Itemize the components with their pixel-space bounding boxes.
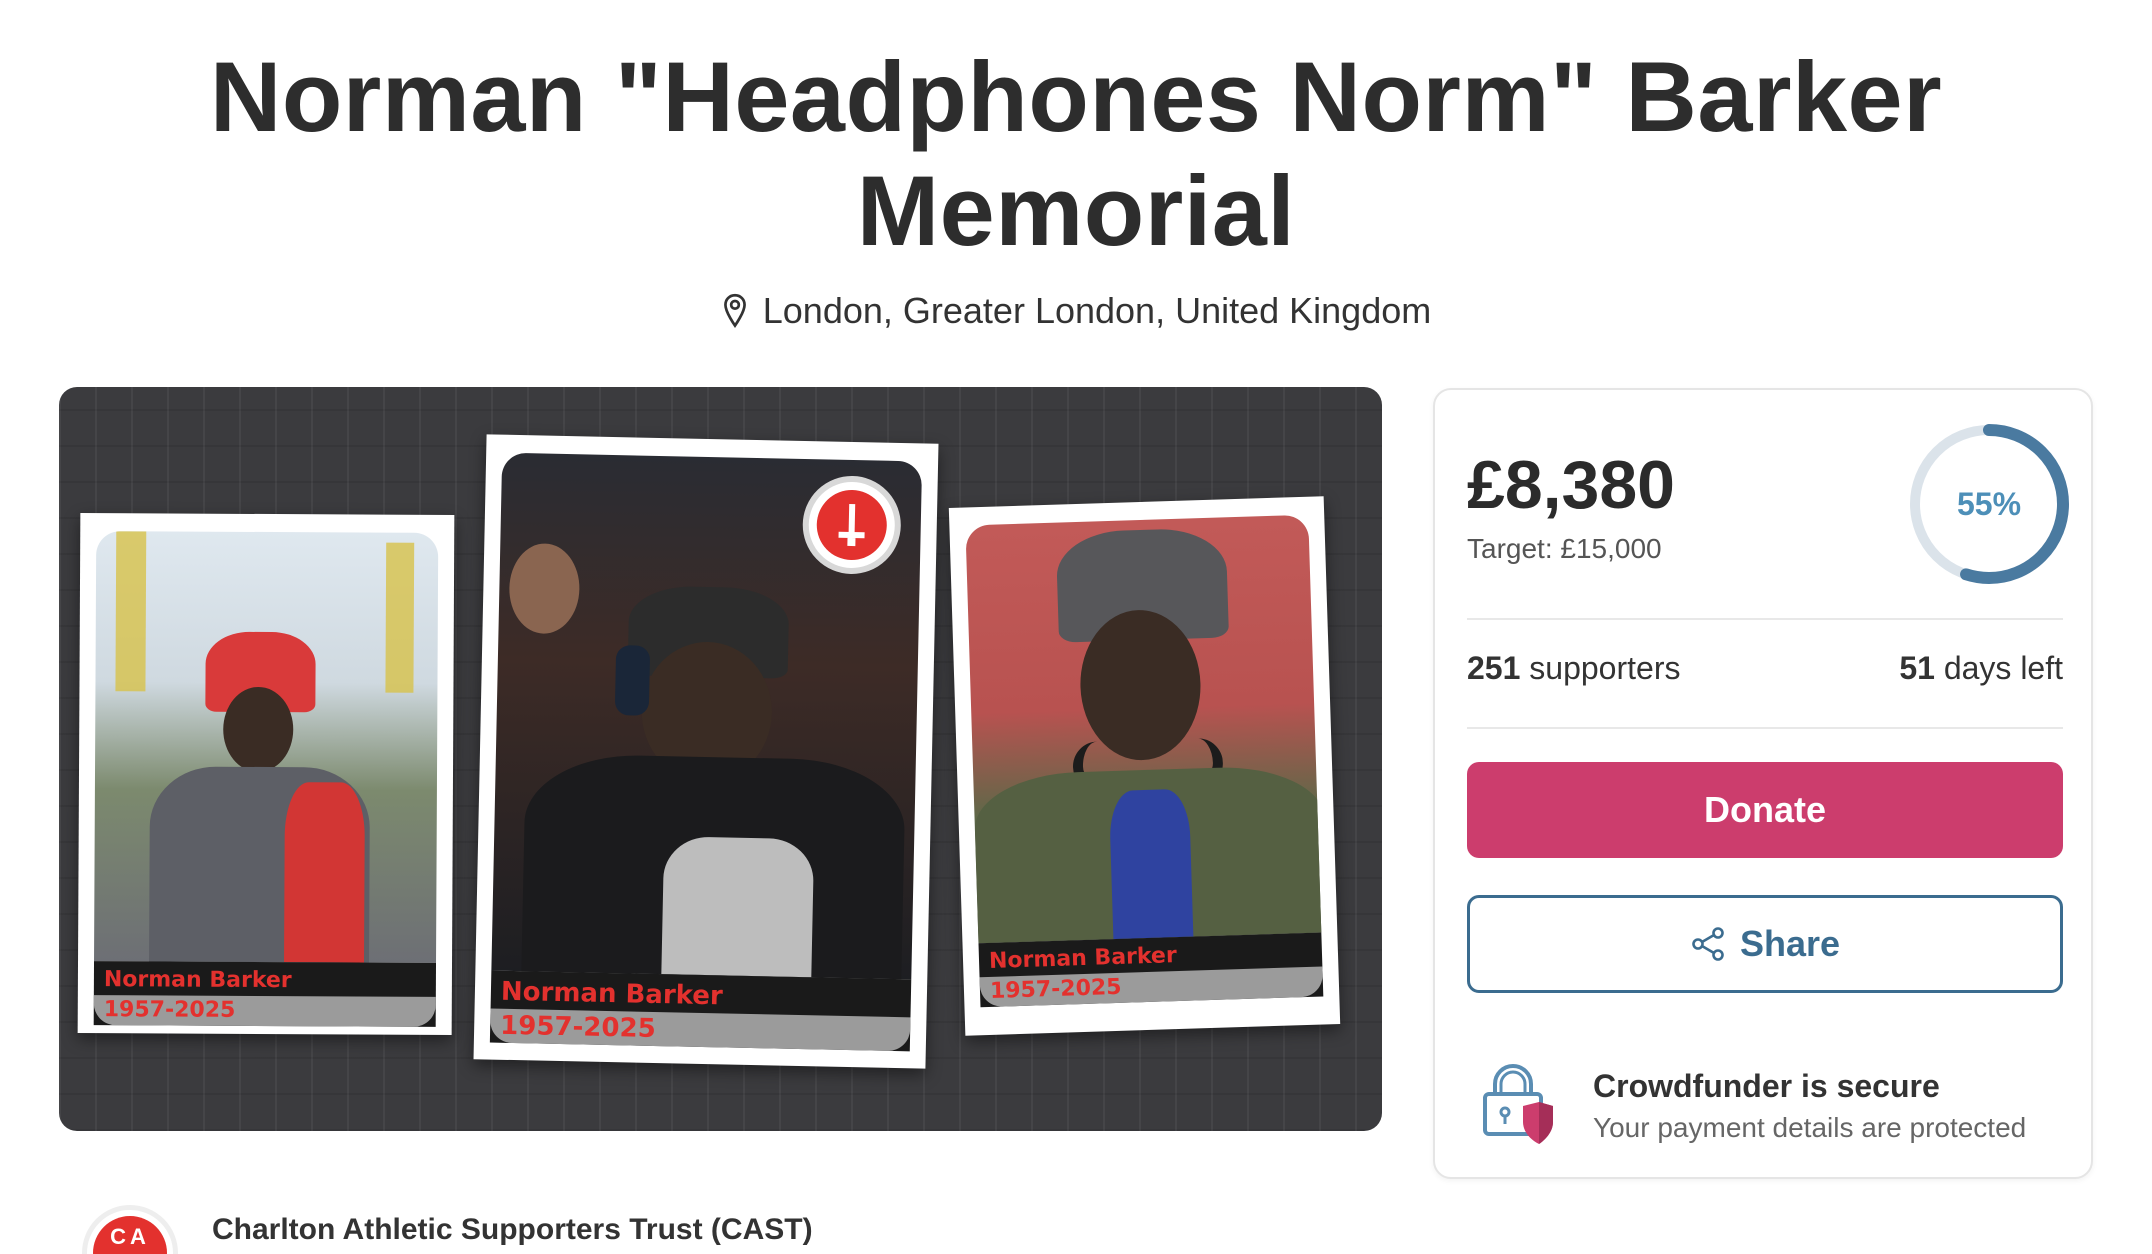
- photo-caption: Norman Barker 1957-2025: [93, 961, 437, 1027]
- badge-inner: [816, 489, 888, 561]
- lock-shield-icon: [1483, 1064, 1553, 1144]
- days-count: 51: [1899, 650, 1935, 686]
- photo-card: Norman Barker 1957-2025: [473, 434, 939, 1069]
- photo-caption: Norman Barker 1957-2025: [489, 970, 912, 1052]
- secure-notice: Crowdfunder is secure Your payment detai…: [1479, 1060, 2069, 1150]
- secure-title: Crowdfunder is secure: [1593, 1068, 1940, 1104]
- face: [223, 686, 294, 773]
- map-pin-icon: [723, 293, 746, 328]
- caption-years: 1957-2025: [489, 1008, 911, 1052]
- days-left-stat: 51 days left: [1899, 650, 2063, 687]
- headphones-decoration: [614, 645, 651, 716]
- supporters-stat: 251 supporters: [1467, 650, 1680, 687]
- secure-subtitle: Your payment details are protected: [1593, 1112, 2027, 1143]
- share-icon: [1692, 927, 1724, 961]
- organizer-row[interactable]: CA Charlton Athletic Supporters Trust (C…: [82, 1205, 882, 1254]
- divider: [1467, 618, 2063, 620]
- progress-ring: 55%: [1907, 422, 2071, 586]
- divider: [1467, 727, 2063, 729]
- caption-years: 1957-2025: [93, 995, 436, 1027]
- campaign-page: Norman "Headphones Norm" Barker Memorial…: [0, 0, 2152, 1254]
- photo: [965, 514, 1322, 944]
- location-text: London, Greater London, United Kingdom: [762, 290, 1432, 331]
- photo-card: Norman Barker 1957-2025: [77, 513, 455, 1035]
- donation-panel: £8,380 Target: £15,000 55% 251 supporter…: [1433, 388, 2093, 1179]
- title-line-1: Norman "Headphones Norm" Barker: [209, 41, 1943, 152]
- days-label: days left: [1943, 650, 2063, 686]
- banner-decoration: [115, 531, 147, 692]
- shirt-detail: [661, 836, 815, 980]
- share-button[interactable]: Share: [1467, 895, 2063, 993]
- donate-button[interactable]: Donate: [1467, 762, 2063, 858]
- campaign-stats: 251 supporters 51 days left: [1467, 650, 2063, 687]
- campaign-location: London, Greater London, United Kingdom: [0, 290, 2152, 332]
- organizer-name[interactable]: Charlton Athletic Supporters Trust (CAST…: [212, 1213, 813, 1247]
- organizer-avatar: CA: [82, 1205, 178, 1254]
- campaign-image[interactable]: Norman Barker 1957-2025 Norman Barker 19…: [59, 387, 1382, 1131]
- supporters-label: supporters: [1529, 650, 1681, 686]
- photo-caption: Norman Barker 1957-2025: [978, 932, 1324, 1008]
- donate-label: Donate: [1703, 789, 1826, 830]
- supporters-count: 251: [1467, 650, 1521, 686]
- shirt-detail: [284, 782, 365, 963]
- title-line-2: Memorial: [856, 155, 1296, 266]
- target-amount: Target: £15,000: [1467, 533, 1662, 564]
- share-label: Share: [1739, 923, 1841, 964]
- club-badge: [801, 474, 902, 576]
- photo: [491, 452, 923, 980]
- banner-decoration: [385, 542, 415, 693]
- background-person: [508, 542, 581, 635]
- sword-icon: [838, 503, 865, 547]
- photo: [94, 531, 439, 963]
- page-title: Norman "Headphones Norm" Barker Memorial: [0, 40, 2152, 268]
- amount-raised: £8,380: [1467, 447, 1675, 523]
- avatar-text: CA: [93, 1216, 167, 1254]
- photo-card: Norman Barker 1957-2025: [948, 496, 1341, 1036]
- shirt-detail: [1108, 788, 1194, 944]
- caption-name: Norman Barker: [103, 967, 292, 994]
- progress-percent: 55%: [1956, 485, 2022, 522]
